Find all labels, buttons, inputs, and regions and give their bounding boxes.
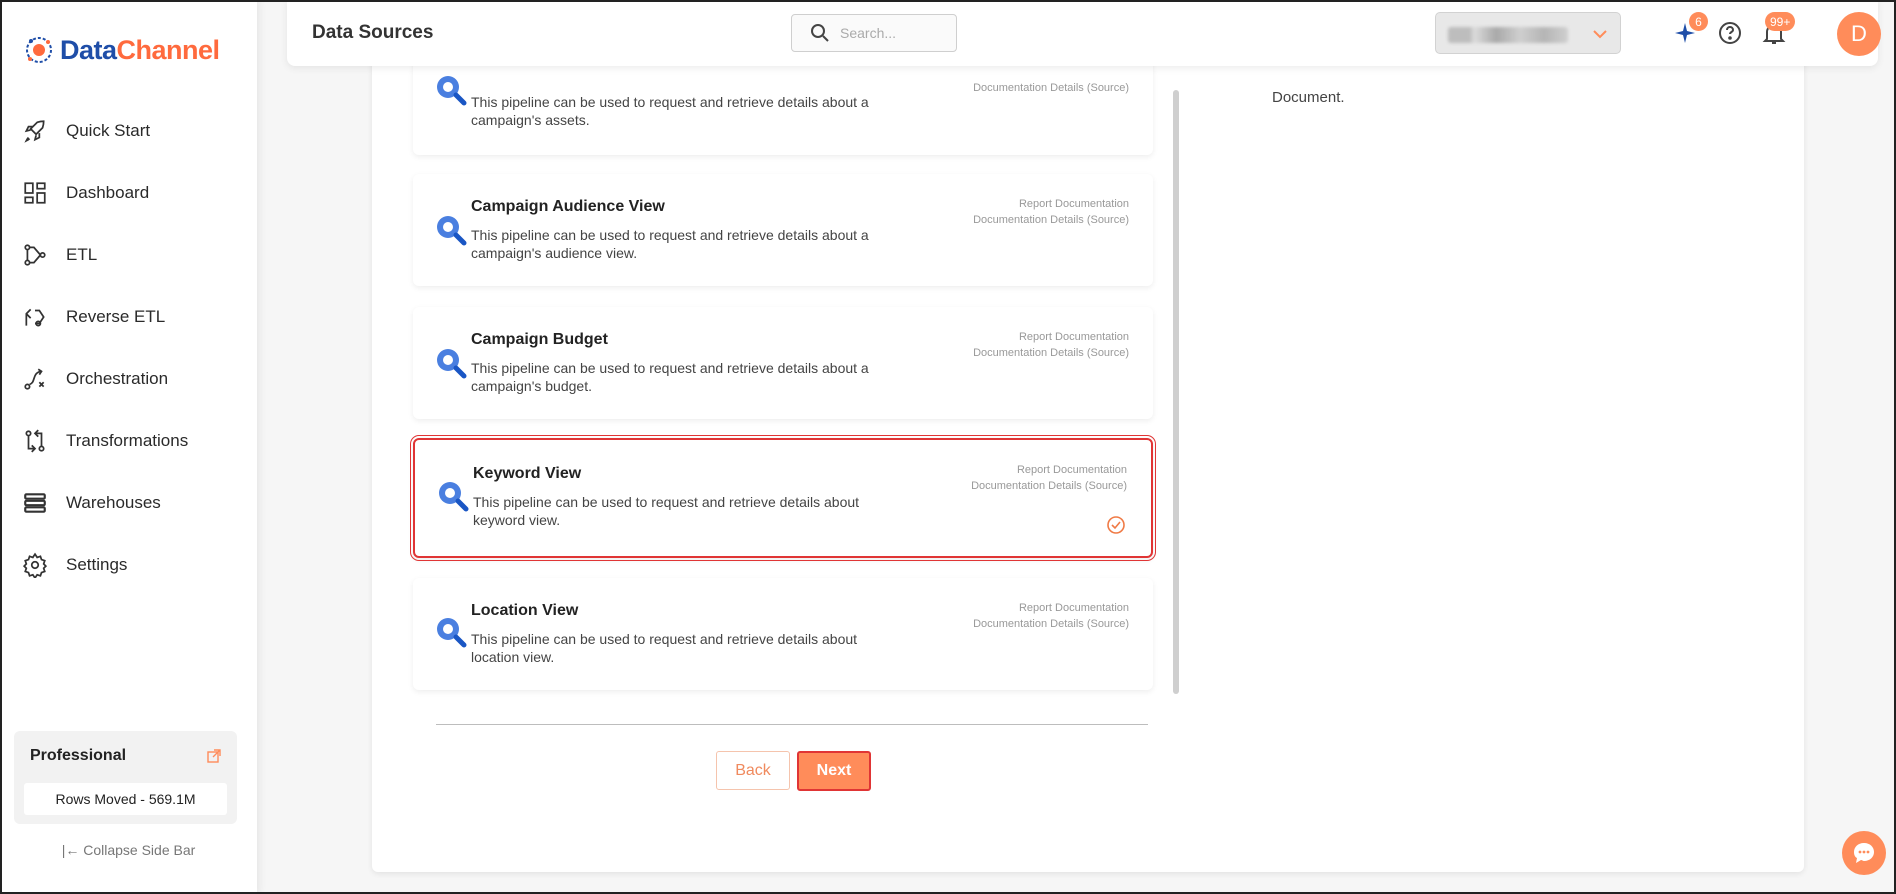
sidebar-item-label: Settings — [66, 555, 128, 574]
collapse-sidebar-button[interactable]: |← Collapse Side Bar — [0, 842, 257, 858]
sidebar-item-quick-start[interactable]: Quick Start — [0, 100, 257, 162]
check-circle-icon — [1107, 516, 1125, 534]
gear-icon — [22, 552, 48, 578]
chevron-down-icon — [1593, 30, 1607, 39]
report-documentation-link[interactable]: Report Documentation — [971, 462, 1127, 478]
warehouses-icon — [24, 493, 46, 513]
documentation-details-link[interactable]: Documentation Details (Source) — [973, 212, 1129, 228]
dashboard-icon — [24, 182, 46, 204]
pipeline-description: This pipeline can be used to request and… — [471, 227, 869, 261]
pipeline-title: Campaign Audience View — [471, 198, 665, 215]
brand-name: DataChannel — [60, 34, 220, 65]
brand-logo[interactable]: DataChannel — [22, 30, 220, 70]
chat-icon — [1854, 843, 1874, 863]
search-box[interactable] — [791, 14, 957, 52]
pipeline-title: Keyword View — [473, 465, 582, 482]
etl-icon — [24, 244, 46, 266]
pipeline-description: This pipeline can be used to request and… — [473, 494, 860, 528]
pipeline-title: Location View — [471, 602, 579, 619]
documentation-text: Document. — [1272, 89, 1345, 106]
report-documentation-link[interactable]: Report Documentation — [973, 329, 1129, 345]
divider — [436, 724, 1148, 725]
sidebar-item-warehouses[interactable]: Warehouses — [0, 472, 257, 534]
rows-moved: Rows Moved - 569.1M — [24, 783, 227, 815]
pipeline-links: Report Documentation Documentation Detai… — [971, 462, 1127, 494]
sidebar-item-reverse-etl[interactable]: Reverse ETL — [0, 286, 257, 348]
avatar[interactable]: D — [1837, 12, 1881, 56]
sidebar-item-label: Warehouses — [66, 493, 161, 512]
search-analytics-icon — [437, 349, 467, 379]
chat-button[interactable] — [1842, 831, 1886, 875]
search-icon — [811, 24, 829, 42]
sparkle-badge: 6 — [1689, 12, 1708, 31]
pipeline-links: Report Documentation Documentation Detai… — [973, 329, 1129, 361]
logo-icon — [26, 37, 52, 63]
pipeline-links: Documentation Details (Source) — [973, 80, 1129, 96]
report-documentation-link[interactable]: Report Documentation — [973, 600, 1129, 616]
pipeline-links: Report Documentation Documentation Detai… — [973, 600, 1129, 632]
search-analytics-icon — [439, 482, 469, 512]
next-button[interactable]: Next — [797, 751, 871, 791]
search-analytics-icon — [437, 216, 467, 246]
pipeline-card[interactable]: Campaign Budget This pipeline can be use… — [413, 307, 1153, 419]
search-input[interactable] — [840, 25, 950, 41]
sidebar-item-dashboard[interactable]: Dashboard — [0, 162, 257, 224]
plan-box: Professional Rows Moved - 569.1M — [14, 731, 237, 824]
search-analytics-icon — [437, 76, 467, 106]
notification-badge: 99+ — [1765, 12, 1796, 31]
sidebar-item-label: ETL — [66, 245, 98, 264]
sidebar-item-label: Orchestration — [66, 369, 169, 388]
pipeline-description: This pipeline can be used to request and… — [471, 631, 858, 665]
sidebar-item-transformations[interactable]: Transformations — [0, 410, 257, 472]
documentation-details-link[interactable]: Documentation Details (Source) — [973, 80, 1129, 96]
search-analytics-icon — [437, 618, 467, 648]
workspace-name-redacted — [1448, 27, 1568, 43]
sidebar-item-settings[interactable]: Settings — [0, 534, 257, 596]
help-icon[interactable] — [1717, 20, 1743, 46]
orchestration-icon — [24, 368, 45, 390]
sidebar-item-orchestration[interactable]: Orchestration — [0, 348, 257, 410]
transformations-icon — [25, 429, 45, 453]
external-link-icon[interactable] — [207, 749, 221, 763]
sidebar-item-label: Dashboard — [66, 183, 150, 202]
page-title: Data Sources — [312, 22, 434, 43]
pipeline-card[interactable]: Campaign Audience View This pipeline can… — [413, 174, 1153, 286]
rocket-icon — [24, 120, 45, 143]
sidebar-nav: Quick Start Dashboard ETL Reverse ETL Or… — [0, 100, 257, 596]
plan-name: Professional — [30, 747, 127, 764]
back-button[interactable]: Back — [716, 751, 790, 790]
pipeline-card-selected[interactable]: Keyword View This pipeline can be used t… — [410, 435, 1156, 561]
documentation-details-link[interactable]: Documentation Details (Source) — [973, 616, 1129, 632]
pipeline-description: This pipeline can be used to request and… — [471, 360, 869, 394]
documentation-details-link[interactable]: Documentation Details (Source) — [971, 478, 1127, 494]
sidebar-item-label: Transformations — [66, 431, 189, 450]
reverse-etl-icon — [25, 308, 45, 327]
top-bar: Data Sources 6 99+ D — [287, 0, 1881, 66]
sidebar-item-etl[interactable]: ETL — [0, 224, 257, 286]
sidebar-item-label: Quick Start — [66, 121, 151, 140]
sidebar: DataChannel Quick Start Dashboard ETL Re… — [0, 0, 257, 894]
pipeline-title: Campaign Budget — [471, 331, 608, 348]
workspace-selector[interactable] — [1435, 12, 1621, 54]
report-documentation-link[interactable]: Report Documentation — [973, 196, 1129, 212]
sidebar-item-label: Reverse ETL — [66, 307, 166, 326]
pipeline-links: Report Documentation Documentation Detai… — [973, 196, 1129, 228]
pipeline-description: This pipeline can be used to request and… — [471, 94, 869, 128]
scrollbar[interactable] — [1173, 90, 1179, 694]
documentation-details-link[interactable]: Documentation Details (Source) — [973, 345, 1129, 361]
pipeline-card[interactable]: Location View This pipeline can be used … — [413, 578, 1153, 690]
